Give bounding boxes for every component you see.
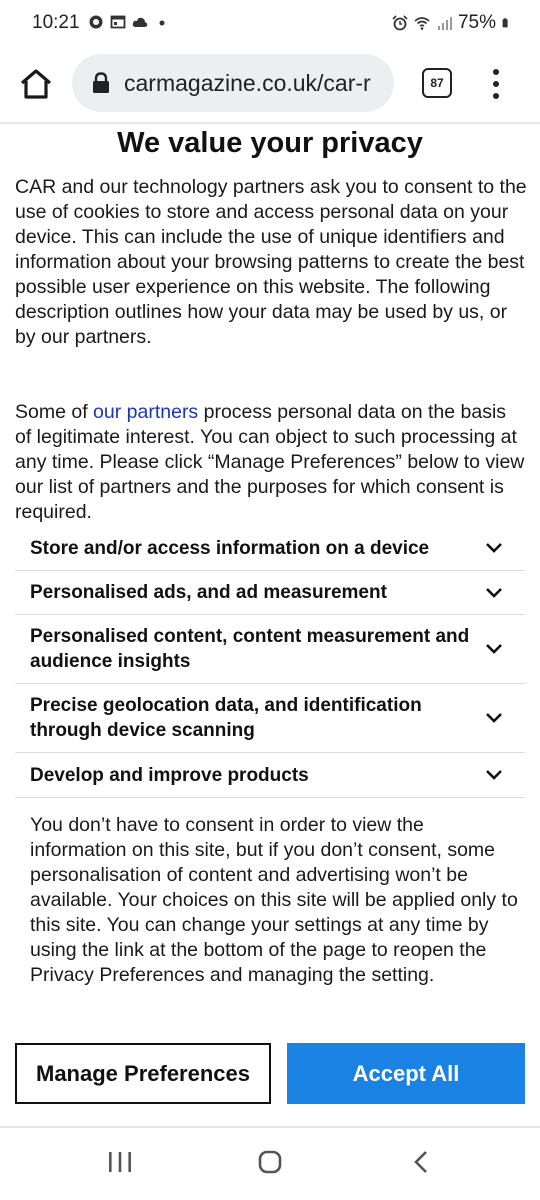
chevron-down-icon[interactable] xyxy=(485,641,503,657)
chevron-down-icon[interactable] xyxy=(485,710,503,726)
purpose-label: Develop and improve products xyxy=(30,764,309,786)
battery-icon xyxy=(502,18,508,28)
partners-paragraph: Some of our partners process personal da… xyxy=(15,400,527,525)
system-nav-bar xyxy=(0,1128,540,1200)
purpose-label: Personalised content, content measuremen… xyxy=(30,626,470,672)
home-icon xyxy=(20,69,52,99)
chat-bubble-icon xyxy=(89,15,103,29)
chevron-down-icon[interactable] xyxy=(485,540,503,556)
url-text: carmagazine.co.uk/car-r xyxy=(124,69,371,96)
purpose-item-develop-products[interactable]: Develop and improve products xyxy=(15,753,525,798)
cloud-icon xyxy=(132,17,148,27)
more-options-icon[interactable] xyxy=(484,64,508,104)
purpose-item-personalised-ads[interactable]: Personalised ads, and ad measurement xyxy=(15,571,525,615)
signal-icon xyxy=(437,17,452,30)
calendar-icon xyxy=(110,15,126,29)
recent-apps-icon[interactable] xyxy=(108,1151,132,1173)
partners-prefix: Some of xyxy=(15,401,94,423)
purpose-label: Precise geolocation data, and identifica… xyxy=(30,695,422,741)
purpose-label: Store and/or access information on a dev… xyxy=(30,537,430,559)
status-icons-right: 75% xyxy=(392,12,512,34)
manage-preferences-button[interactable]: Manage Preferences xyxy=(15,1043,271,1104)
intro-paragraph: CAR and our technology partners ask you … xyxy=(15,176,527,348)
purpose-item-store-access[interactable]: Store and/or access information on a dev… xyxy=(15,526,525,571)
purpose-list: Store and/or access information on a dev… xyxy=(15,526,525,798)
alarm-icon xyxy=(392,15,408,31)
purpose-item-geolocation[interactable]: Precise geolocation data, and identifica… xyxy=(15,684,525,753)
purpose-label: Personalised ads, and ad measurement xyxy=(30,582,387,603)
chevron-down-icon[interactable] xyxy=(485,767,503,783)
purpose-item-personalised-content[interactable]: Personalised content, content measuremen… xyxy=(15,615,525,684)
back-icon[interactable] xyxy=(412,1150,430,1174)
status-icons-left xyxy=(88,14,170,30)
tab-switcher-button[interactable]: 87 xyxy=(422,68,452,98)
wifi-icon xyxy=(414,17,430,30)
consent-notice: You don’t have to consent in order to vi… xyxy=(30,814,518,986)
url-bar[interactable]: carmagazine.co.uk/car-r xyxy=(72,54,394,112)
status-bar: 10:21 75% xyxy=(0,0,540,48)
battery-percent: 75% xyxy=(457,12,496,33)
nav-home-icon[interactable] xyxy=(258,1150,282,1174)
dot-icon xyxy=(159,20,165,26)
accept-all-button[interactable]: Accept All xyxy=(287,1043,525,1104)
lock-icon xyxy=(93,72,109,93)
home-button[interactable] xyxy=(14,62,58,106)
our-partners-link[interactable]: our partners xyxy=(93,401,198,423)
status-time: 10:21 xyxy=(32,12,80,33)
browser-toolbar: carmagazine.co.uk/car-r 87 xyxy=(0,48,540,120)
chevron-down-icon[interactable] xyxy=(485,585,503,601)
tab-count: 87 xyxy=(430,76,444,90)
dialog-title: We value your privacy xyxy=(117,127,423,159)
